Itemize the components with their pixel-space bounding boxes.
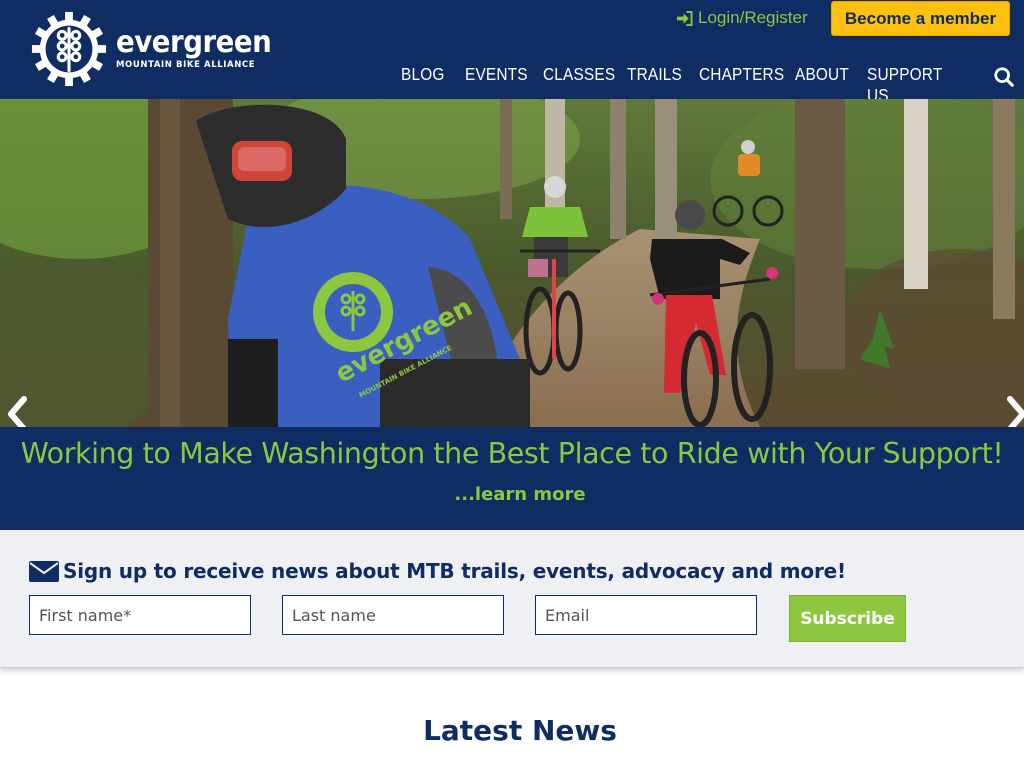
learn-more-link[interactable]: ...learn more — [0, 484, 1024, 505]
first-name-field[interactable] — [29, 595, 251, 635]
main-nav: BLOG EVENTS CLASSES TRAILS CHAPTERS ABOU… — [390, 64, 942, 105]
site-logo[interactable]: evergreen MOUNTAIN BIKE ALLIANCE — [30, 10, 285, 88]
logo-text: evergreen MOUNTAIN BIKE ALLIANCE — [116, 25, 285, 71]
become-member-button[interactable]: Become a member — [831, 1, 1010, 36]
chevron-left-icon[interactable] — [6, 395, 30, 427]
site-header: evergreen MOUNTAIN BIKE ALLIANCE Login/R… — [0, 0, 1024, 105]
signup-title: Sign up to receive news about MTB trails… — [63, 559, 846, 583]
hero-image: evergreen MOUNTAIN BIKE ALLIANCE — [0, 99, 1024, 427]
nav-blog[interactable]: BLOG — [401, 64, 445, 85]
nav-trails[interactable]: TRAILS — [627, 64, 682, 85]
logo-tagline: MOUNTAIN BIKE ALLIANCE — [116, 60, 256, 70]
logo-wordmark: evergreen — [116, 25, 272, 60]
nav-classes[interactable]: CLASSES — [543, 64, 615, 85]
search-icon[interactable] — [993, 66, 1015, 88]
subscribe-button[interactable]: Subscribe — [789, 595, 906, 642]
sign-in-icon — [677, 10, 693, 26]
nav-events[interactable]: EVENTS — [465, 64, 528, 85]
newsletter-signup: Sign up to receive news about MTB trails… — [0, 530, 1024, 668]
banner-title: Working to Make Washington the Best Plac… — [20, 437, 1004, 470]
nav-about[interactable]: ABOUT — [795, 64, 849, 85]
hero-slider: evergreen MOUNTAIN BIKE ALLIANCE — [0, 99, 1024, 427]
email-field[interactable] — [535, 595, 757, 635]
nav-chapters[interactable]: CHAPTERS — [699, 64, 784, 85]
chevron-right-icon[interactable] — [1004, 395, 1024, 427]
gear-logo-icon — [31, 11, 107, 87]
login-register-label: Login/Register — [698, 8, 808, 27]
signup-heading: Sign up to receive news about MTB trails… — [29, 559, 846, 583]
envelope-icon — [29, 560, 59, 582]
last-name-field[interactable] — [282, 595, 504, 635]
login-register-link[interactable]: Login/Register — [676, 8, 808, 28]
support-banner: Working to Make Washington the Best Plac… — [0, 427, 1024, 530]
latest-news-heading: Latest News — [423, 714, 617, 747]
